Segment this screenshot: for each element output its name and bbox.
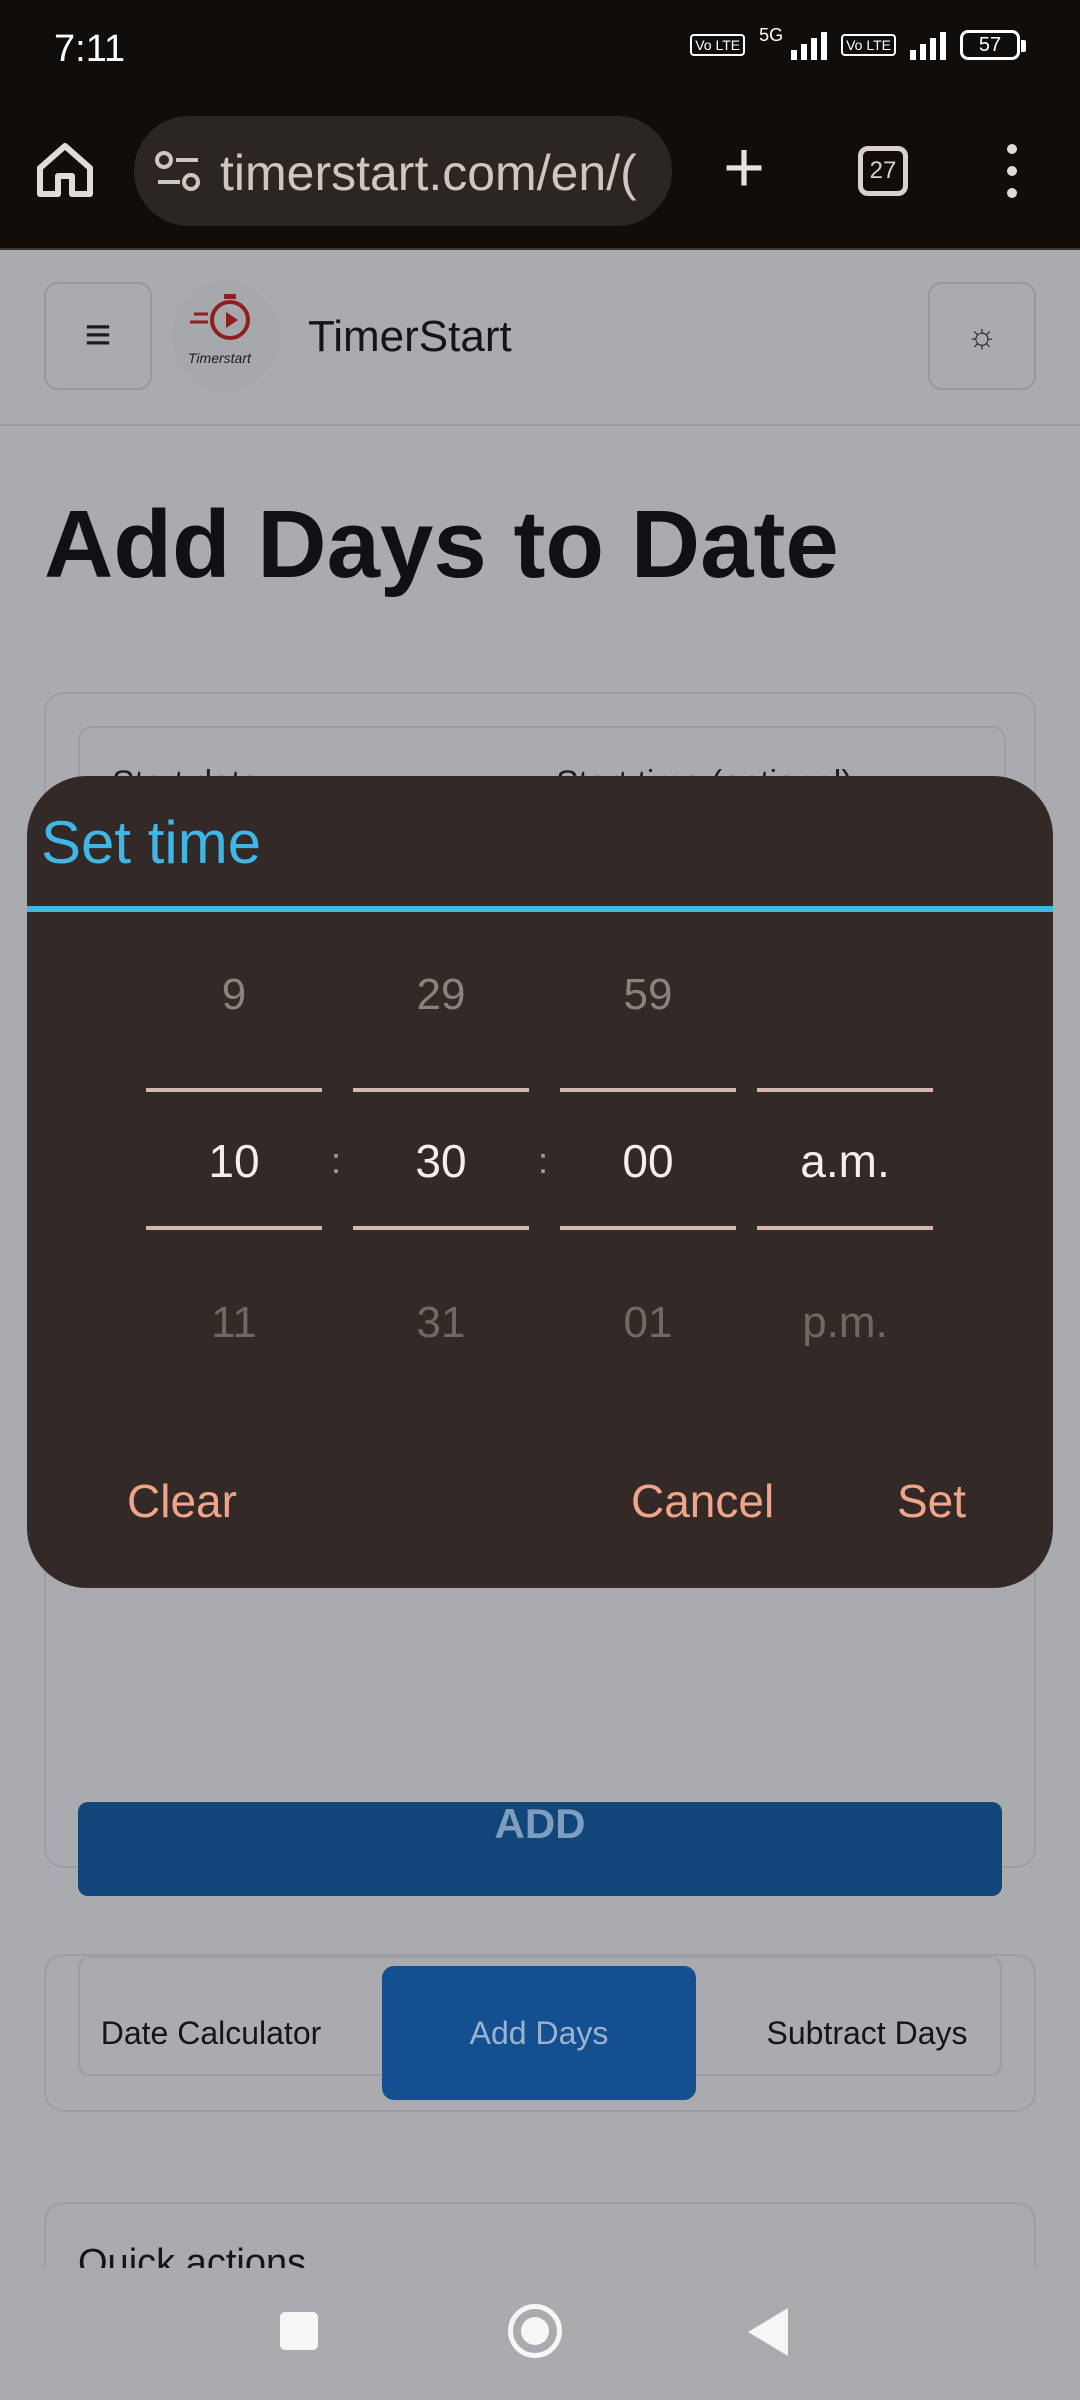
hour-prev[interactable]: 9	[146, 970, 322, 1020]
tab-subtract-days[interactable]: Subtract Days	[710, 1966, 1024, 2100]
battery-icon: 57	[960, 30, 1026, 60]
ampm-next[interactable]: p.m.	[757, 1298, 933, 1348]
battery-level: 57	[978, 34, 1002, 56]
status-icons: Vo LTE 5G Vo LTE 57	[690, 25, 1026, 60]
quick-actions-title: Quick actions	[78, 2242, 307, 2268]
minute-next[interactable]: 31	[353, 1298, 529, 1348]
status-time: 7:11	[54, 28, 126, 70]
logo-text: Timerstart	[188, 350, 251, 366]
theme-toggle-button[interactable]: ☼	[928, 282, 1036, 390]
tab-add-days[interactable]: Add Days	[382, 1966, 696, 2100]
dialog-title: Set time	[41, 809, 262, 876]
menu-icon[interactable]: ≡	[44, 282, 152, 390]
volte-badge: Vo LTE	[690, 34, 746, 56]
home-icon[interactable]	[34, 138, 96, 200]
tab-switcher-button[interactable]: 27	[858, 146, 908, 196]
ampm-selected[interactable]: a.m.	[757, 1134, 933, 1188]
site-header: ≡ Timerstart TimerStart ☼	[0, 250, 1080, 426]
cancel-button[interactable]: Cancel	[631, 1474, 774, 1528]
separator-2: :	[538, 1140, 549, 1181]
status-bar: 7:11 Vo LTE 5G Vo LTE 57	[0, 0, 1080, 100]
quick-actions-card: Quick actions	[44, 2202, 1036, 2268]
tab-date-calculator[interactable]: Date Calculator	[56, 1966, 366, 2100]
system-nav-bar	[0, 2268, 1080, 2400]
dialog-divider	[27, 906, 1053, 912]
logo[interactable]: Timerstart	[172, 282, 280, 390]
recents-icon[interactable]	[280, 2312, 318, 2350]
ampm-bottom-line	[757, 1226, 933, 1230]
browser-toolbar: timerstart.com/en/( + 27	[0, 100, 1080, 250]
second-bottom-line	[560, 1226, 736, 1230]
clear-button[interactable]: Clear	[127, 1474, 237, 1528]
back-icon[interactable]	[748, 2308, 788, 2356]
site-settings-icon[interactable]	[154, 150, 202, 192]
hour-next[interactable]: 11	[146, 1298, 322, 1348]
minute-prev[interactable]: 29	[353, 970, 529, 1020]
more-options-icon[interactable]	[1000, 144, 1024, 200]
calculator-tabs: Date Calculator Add Days Subtract Days	[44, 1954, 1036, 2112]
second-top-line	[560, 1088, 736, 1092]
set-button[interactable]: Set	[897, 1474, 966, 1528]
new-tab-icon[interactable]: +	[712, 132, 776, 204]
network-type: 5G	[759, 24, 784, 45]
minute-bottom-line	[353, 1226, 529, 1230]
page-title: Add Days to Date	[44, 491, 839, 598]
second-selected[interactable]: 00	[560, 1134, 736, 1188]
add-button[interactable]: ADD	[78, 1802, 1002, 1896]
separator: :	[331, 1140, 342, 1181]
hour-top-line	[146, 1088, 322, 1092]
hour-bottom-line	[146, 1226, 322, 1230]
brand-name[interactable]: TimerStart	[308, 312, 512, 362]
address-bar[interactable]: timerstart.com/en/(	[134, 116, 672, 226]
minute-selected[interactable]: 30	[353, 1134, 529, 1188]
second-prev[interactable]: 59	[560, 970, 736, 1020]
ampm-top-line	[757, 1088, 933, 1092]
hour-selected[interactable]: 10	[146, 1134, 322, 1188]
minute-top-line	[353, 1088, 529, 1092]
url-text[interactable]: timerstart.com/en/(	[220, 144, 637, 202]
second-next[interactable]: 01	[560, 1298, 736, 1348]
volte-badge-2: Vo LTE	[841, 34, 896, 56]
signal-icon	[791, 30, 828, 60]
signal-icon-2	[910, 30, 946, 60]
set-time-dialog: Set time 9 10 11 : 29 30 31 : 59 00 01 a…	[27, 776, 1053, 1588]
home-nav-icon[interactable]	[508, 2304, 562, 2358]
